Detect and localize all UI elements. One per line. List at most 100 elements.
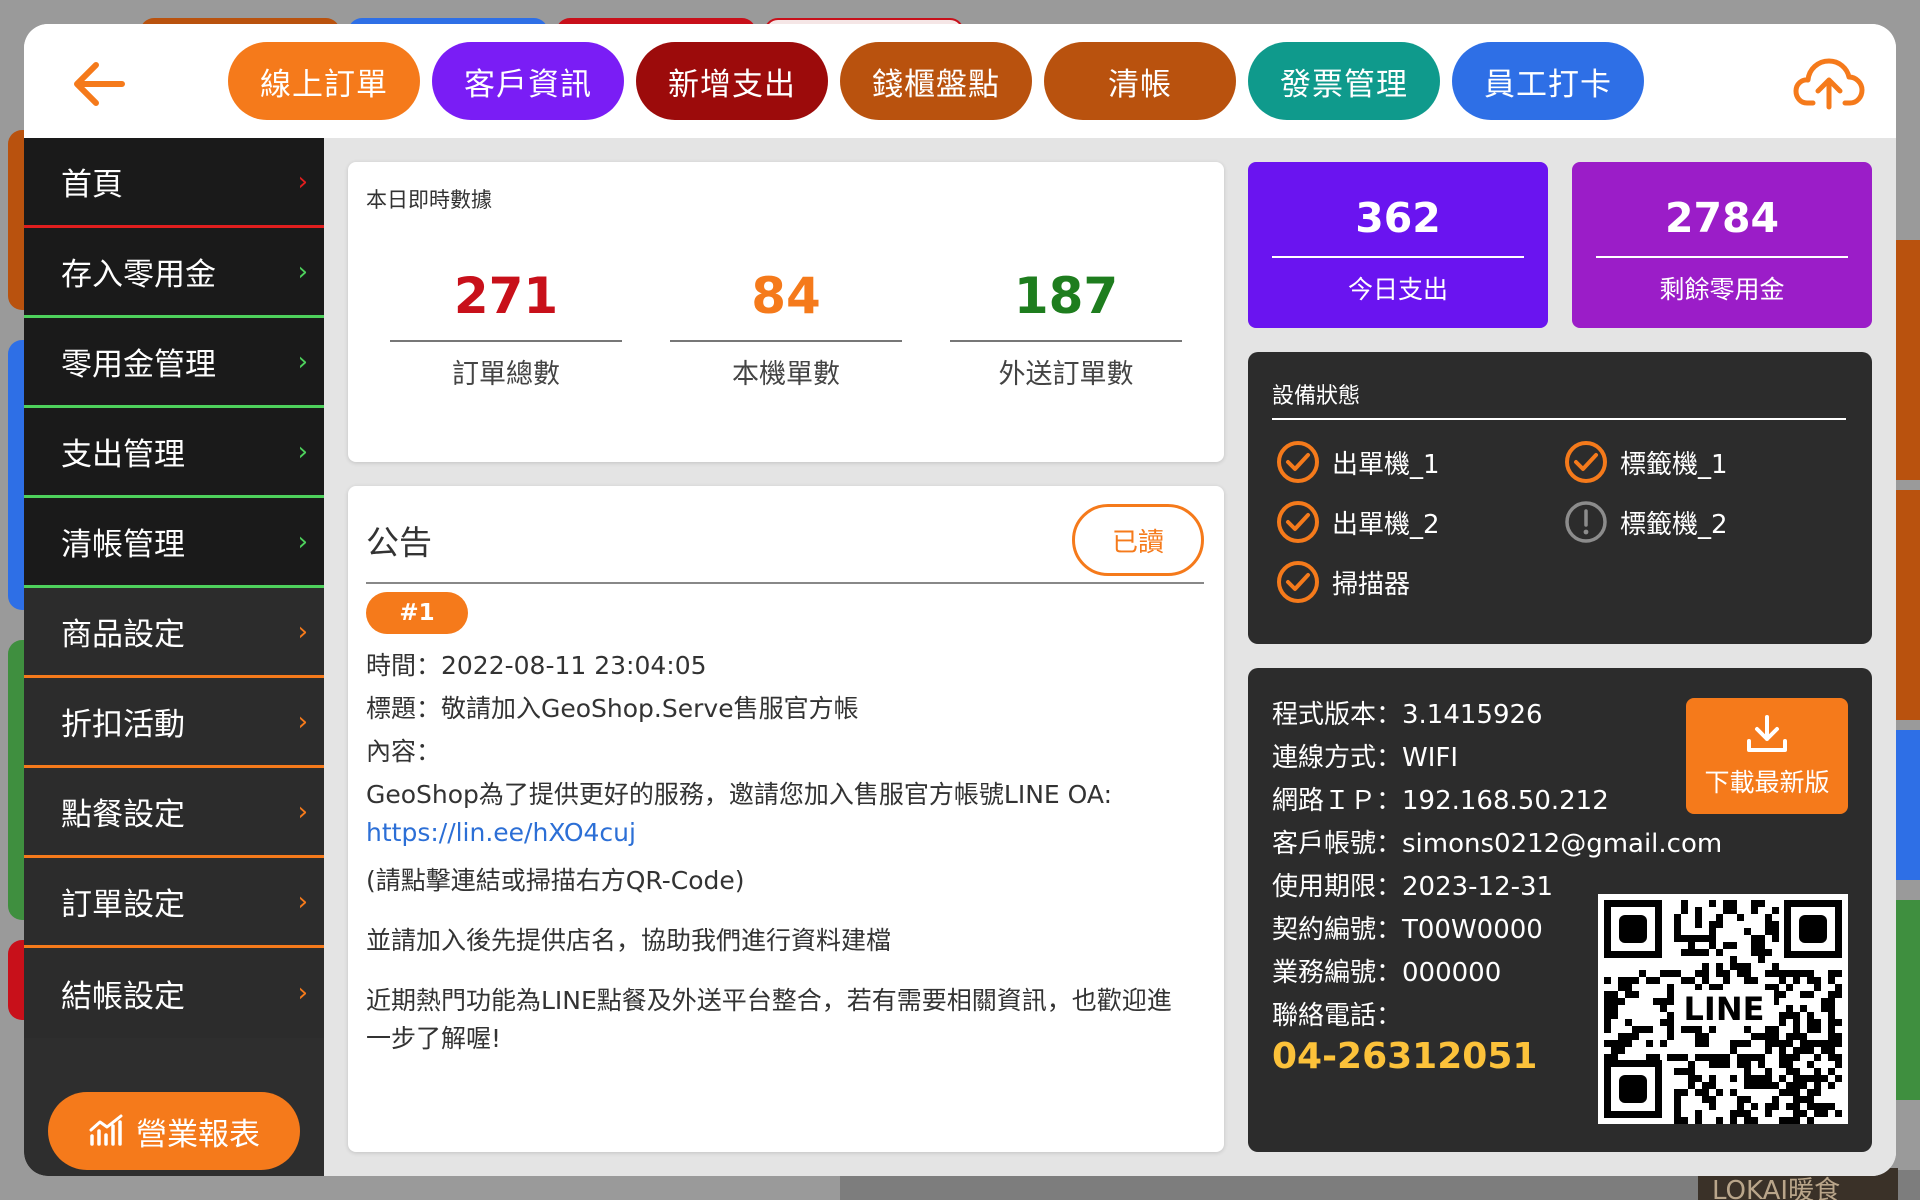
qr-module [1786, 1082, 1793, 1089]
qr-module [1814, 1026, 1821, 1033]
qr-module [1807, 1047, 1814, 1054]
announcement-text: 並請加入後先提供店名，協助我們進行資料建檔 [366, 926, 892, 955]
business-report-button[interactable]: 營業報表 [48, 1092, 300, 1170]
device-name: 出單機_1 [1332, 449, 1440, 480]
tab-clear-account[interactable]: 清帳 [1044, 42, 1236, 120]
back-button[interactable] [64, 54, 132, 114]
qr-module [1716, 1089, 1723, 1096]
qr-module [1800, 1110, 1807, 1117]
qr-module [1625, 984, 1632, 991]
qr-module [1835, 1033, 1842, 1040]
qr-module [1758, 956, 1765, 963]
sidebar-item-petty-cash-management[interactable]: 零用金管理 › [24, 318, 324, 408]
qr-module [1709, 1096, 1716, 1103]
tab-label: 錢櫃盤點 [872, 66, 1000, 103]
tab-add-expense[interactable]: 新增支出 [636, 42, 828, 120]
qr-module [1674, 935, 1681, 942]
qr-module [1625, 1033, 1632, 1040]
qr-module [1737, 1061, 1744, 1068]
sidebar: 首頁 › 存入零用金 › 零用金管理 › 支出管理 › 清帳管理 › 商品設定 › 折扣活動… [24, 138, 324, 1176]
tab-staff-clock-in[interactable]: 員工打卡 [1452, 42, 1644, 120]
device-status-card: 設備狀態 出單機_1 標籤機_1 出單機_2 標籤機_2 掃描器 [1248, 352, 1872, 644]
sidebar-item-home[interactable]: 首頁 › [24, 138, 324, 228]
qr-module [1779, 1089, 1786, 1096]
main-area: 首頁 › 存入零用金 › 零用金管理 › 支出管理 › 清帳管理 › 商品設定 › 折扣活動… [24, 138, 1896, 1176]
mark-read-button[interactable]: 已讀 [1072, 504, 1204, 576]
info-ip: 網路ＩＰ：192.168.50.212 [1272, 786, 1609, 816]
qr-module [1772, 1040, 1779, 1047]
announcement-content-label: 內容： [366, 737, 442, 766]
tab-customer-info[interactable]: 客戶資訊 [432, 42, 624, 120]
qr-module [1807, 991, 1814, 998]
qr-module [1807, 1019, 1814, 1026]
qr-module [1723, 900, 1730, 907]
info-phone-label: 聯絡電話： [1272, 1001, 1403, 1031]
qr-module [1674, 921, 1681, 928]
qr-module [1639, 1026, 1646, 1033]
qr-module [1709, 942, 1716, 949]
info-expiry: 使用期限：2023-12-31 [1272, 872, 1554, 902]
qr-module [1674, 1110, 1681, 1117]
qr-module [1758, 1033, 1765, 1040]
sidebar-item-discount-events[interactable]: 折扣活動 › [24, 678, 324, 768]
sidebar-item-label: 商品設定 [61, 617, 185, 653]
stat-divider [950, 340, 1182, 342]
stat-value: 187 [1013, 267, 1119, 325]
qr-module [1688, 977, 1695, 984]
cloud-upload-button[interactable] [1790, 50, 1868, 114]
sidebar-item-label: 零用金管理 [61, 347, 216, 383]
device-name: 標籤機_1 [1620, 449, 1728, 480]
qr-module [1765, 1026, 1772, 1033]
tab-online-orders[interactable]: 線上訂單 [228, 42, 420, 120]
qr-module [1660, 1019, 1667, 1026]
announcement-subject: 標題：敬請加入GeoShop.Serve售服官方帳 [366, 694, 859, 723]
sidebar-item-order-settings[interactable]: 訂單設定 › [24, 858, 324, 948]
chevron-right-icon: › [297, 616, 308, 647]
qr-module [1695, 1033, 1702, 1040]
exclamation-circle-icon [1564, 500, 1608, 544]
sidebar-item-deposit-petty-cash[interactable]: 存入零用金 › [24, 228, 324, 318]
qr-module [1695, 1110, 1702, 1117]
qr-module [1793, 1089, 1800, 1096]
tab-invoice-management[interactable]: 發票管理 [1248, 42, 1440, 120]
qr-module [1779, 1117, 1786, 1124]
qr-module [1786, 1005, 1793, 1012]
announcement-link[interactable]: https://lin.ee/hXO4cuj [366, 818, 636, 847]
kpi-value: 2784 [1664, 194, 1780, 242]
tab-cash-count[interactable]: 錢櫃盤點 [840, 42, 1032, 120]
qr-module [1807, 970, 1814, 977]
qr-module [1765, 914, 1772, 921]
qr-module [1737, 914, 1744, 921]
qr-module [1835, 1061, 1842, 1068]
qr-module [1660, 1040, 1667, 1047]
qr-module [1709, 1054, 1716, 1061]
stats-title: 本日即時數據 [366, 188, 492, 212]
qr-module [1828, 1005, 1835, 1012]
tab-label: 員工打卡 [1484, 66, 1612, 103]
contact-phone: 04-26312051 [1272, 1036, 1538, 1077]
announcement-text: 一步了解喔! [366, 1024, 502, 1053]
sidebar-item-expense-management[interactable]: 支出管理 › [24, 408, 324, 498]
qr-module [1807, 1096, 1814, 1103]
qr-module [1681, 907, 1688, 914]
qr-module [1744, 1082, 1751, 1089]
background-panel [1896, 730, 1920, 880]
download-latest-button[interactable]: 下載最新版 [1686, 698, 1848, 814]
sidebar-item-checkout-settings[interactable]: 結帳設定 › [24, 948, 324, 1038]
line-qr-code[interactable]: LINE [1598, 894, 1848, 1124]
sidebar-item-ordering-settings[interactable]: 點餐設定 › [24, 768, 324, 858]
qr-module [1695, 1075, 1702, 1082]
device-name: 出單機_2 [1332, 509, 1440, 540]
qr-module [1730, 1040, 1737, 1047]
chart-trend-icon [89, 1114, 123, 1146]
qr-module [1828, 1082, 1835, 1089]
qr-module [1730, 1117, 1737, 1124]
sidebar-item-account-clearing[interactable]: 清帳管理 › [24, 498, 324, 588]
kpi-label: 今日支出 [1347, 275, 1448, 304]
qr-module [1716, 1061, 1723, 1068]
sidebar-item-product-settings[interactable]: 商品設定 › [24, 588, 324, 678]
qr-module [1758, 1082, 1765, 1089]
tab-label: 清帳 [1108, 66, 1172, 103]
info-sales-id: 業務編號：000000 [1272, 958, 1502, 988]
kpi-today-expense: 362 今日支出 [1248, 162, 1548, 328]
